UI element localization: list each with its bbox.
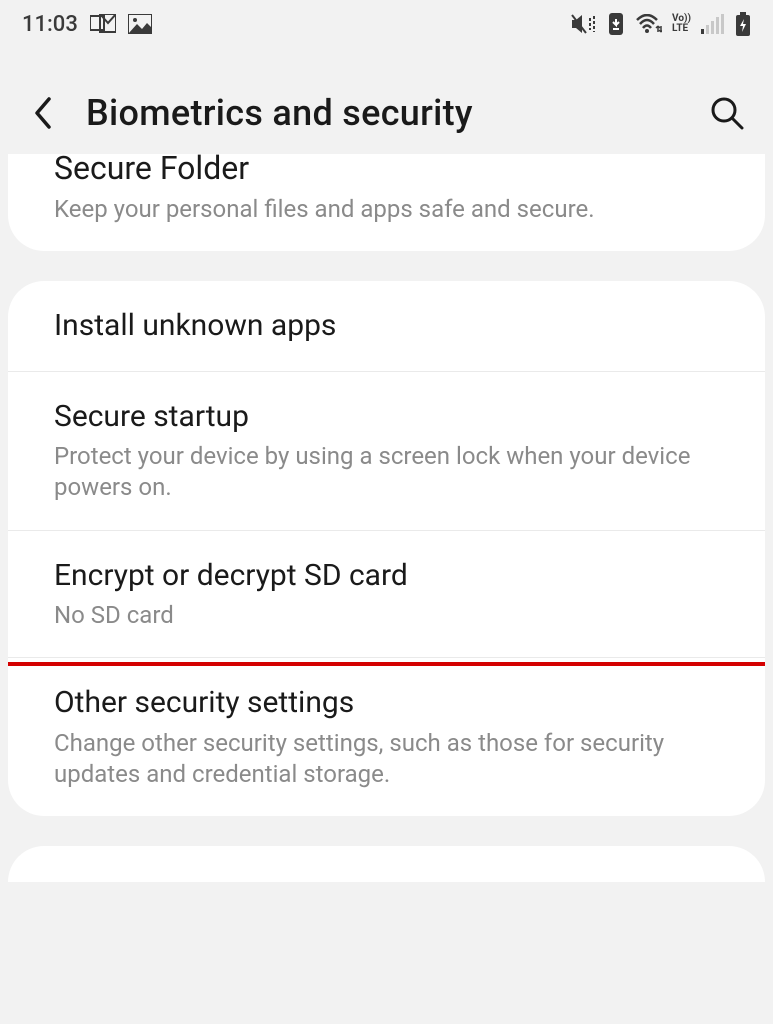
image-icon xyxy=(128,14,152,34)
mute-vibrate-icon xyxy=(570,13,596,35)
search-icon xyxy=(710,96,744,130)
row-subtitle: Protect your device by using a screen lo… xyxy=(54,441,719,503)
row-title: Secure Folder xyxy=(54,154,719,188)
status-right: Vo))LTE xyxy=(570,12,751,36)
status-bar: 11:03 Vo))LTE xyxy=(0,0,773,48)
row-title: Secure startup xyxy=(54,398,719,436)
row-subtitle: Keep your personal files and apps safe a… xyxy=(54,194,719,225)
row-subtitle: Change other security settings, such as … xyxy=(54,728,719,790)
row-install-unknown-apps[interactable]: Install unknown apps xyxy=(8,281,765,372)
battery-charging-icon xyxy=(735,12,751,36)
page-header: Biometrics and security xyxy=(0,48,773,154)
signal-icon xyxy=(701,14,725,34)
outlook-icon xyxy=(90,14,116,34)
card-secure-folder: Secure Folder Keep your personal files a… xyxy=(8,154,765,251)
row-encrypt-sd[interactable]: Encrypt or decrypt SD card No SD card xyxy=(8,531,765,659)
row-secure-folder[interactable]: Secure Folder Keep your personal files a… xyxy=(8,154,765,251)
wifi-icon xyxy=(636,14,662,34)
card-security-settings: Install unknown apps Secure startup Prot… xyxy=(8,281,765,816)
data-saver-icon xyxy=(606,13,626,35)
row-other-security-settings[interactable]: Other security settings Change other sec… xyxy=(8,658,765,816)
status-time: 11:03 xyxy=(22,12,78,37)
row-title: Encrypt or decrypt SD card xyxy=(54,557,719,595)
chevron-left-icon xyxy=(33,97,53,129)
row-subtitle: No SD card xyxy=(54,600,719,631)
page-title: Biometrics and security xyxy=(86,92,681,134)
back-button[interactable] xyxy=(28,98,58,128)
search-button[interactable] xyxy=(709,95,745,131)
row-title: Install unknown apps xyxy=(54,307,719,345)
row-secure-startup[interactable]: Secure startup Protect your device by us… xyxy=(8,372,765,531)
status-left: 11:03 xyxy=(22,12,152,37)
row-title: Other security settings xyxy=(54,684,719,722)
content-area: Secure Folder Keep your personal files a… xyxy=(0,154,773,882)
card-next-section xyxy=(8,846,765,882)
volte-icon: Vo))LTE xyxy=(672,14,691,34)
